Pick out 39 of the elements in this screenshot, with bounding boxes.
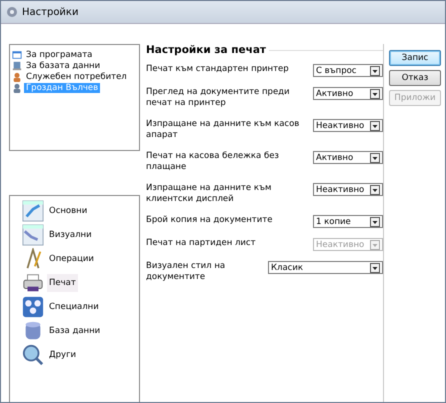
dropdown[interactable]: Неактивно: [313, 119, 383, 132]
category-item[interactable]: Печат: [47, 274, 78, 292]
window-icon: [22, 224, 44, 246]
category-item[interactable]: База данни: [47, 322, 102, 340]
setting-label: Преглед на документите преди печат на принтер: [146, 87, 291, 109]
person-icon: [12, 72, 22, 82]
dropdown[interactable]: Класик: [268, 261, 383, 274]
printer-icon: [22, 272, 44, 294]
category-item[interactable]: Основни: [47, 202, 90, 220]
setting-label: Печат на касова бележка без плащане: [146, 151, 280, 173]
dropdown[interactable]: Активно: [313, 87, 383, 100]
list-item[interactable]: За базата данни: [24, 60, 102, 70]
category-item[interactable]: Други: [47, 346, 78, 364]
dropdown[interactable]: С въпрос: [313, 64, 383, 77]
category-item[interactable]: Операции: [47, 250, 96, 268]
gear-icon: [6, 6, 18, 18]
person-icon: [12, 82, 22, 92]
setting-label: Печат към стандартен принтер: [146, 64, 290, 75]
computer-icon: [12, 60, 22, 70]
setting-label: Визуален стил на документите: [146, 261, 226, 283]
magnifier-icon: [22, 344, 44, 366]
category-item[interactable]: Визуални: [47, 226, 94, 244]
dialog-button[interactable]: Запис: [389, 50, 441, 66]
window-icon: [12, 50, 22, 60]
category-item[interactable]: Специални: [47, 298, 101, 316]
gauges-icon: [22, 296, 44, 318]
setting-label: Брой копия на документите: [146, 215, 274, 226]
dropdown[interactable]: Активно: [313, 151, 383, 164]
section-title: Настройки за печат: [146, 44, 266, 56]
window-title: Настройки: [22, 6, 78, 18]
dropdown[interactable]: Неактивно: [313, 183, 383, 196]
setting-label: Изпращане на данните към клиентски дисплей: [146, 183, 272, 205]
dialog-button[interactable]: Отказ: [389, 70, 441, 86]
window-icon: [22, 200, 44, 222]
list-item[interactable]: За програмата: [24, 50, 94, 60]
list-item[interactable]: Служебен потребител: [24, 72, 129, 82]
setting-label: Изпращане на данните към касов апарат: [146, 119, 300, 141]
setting-label: Печат на партиден лист: [146, 238, 257, 249]
dropdown[interactable]: 1 копие: [313, 215, 383, 228]
